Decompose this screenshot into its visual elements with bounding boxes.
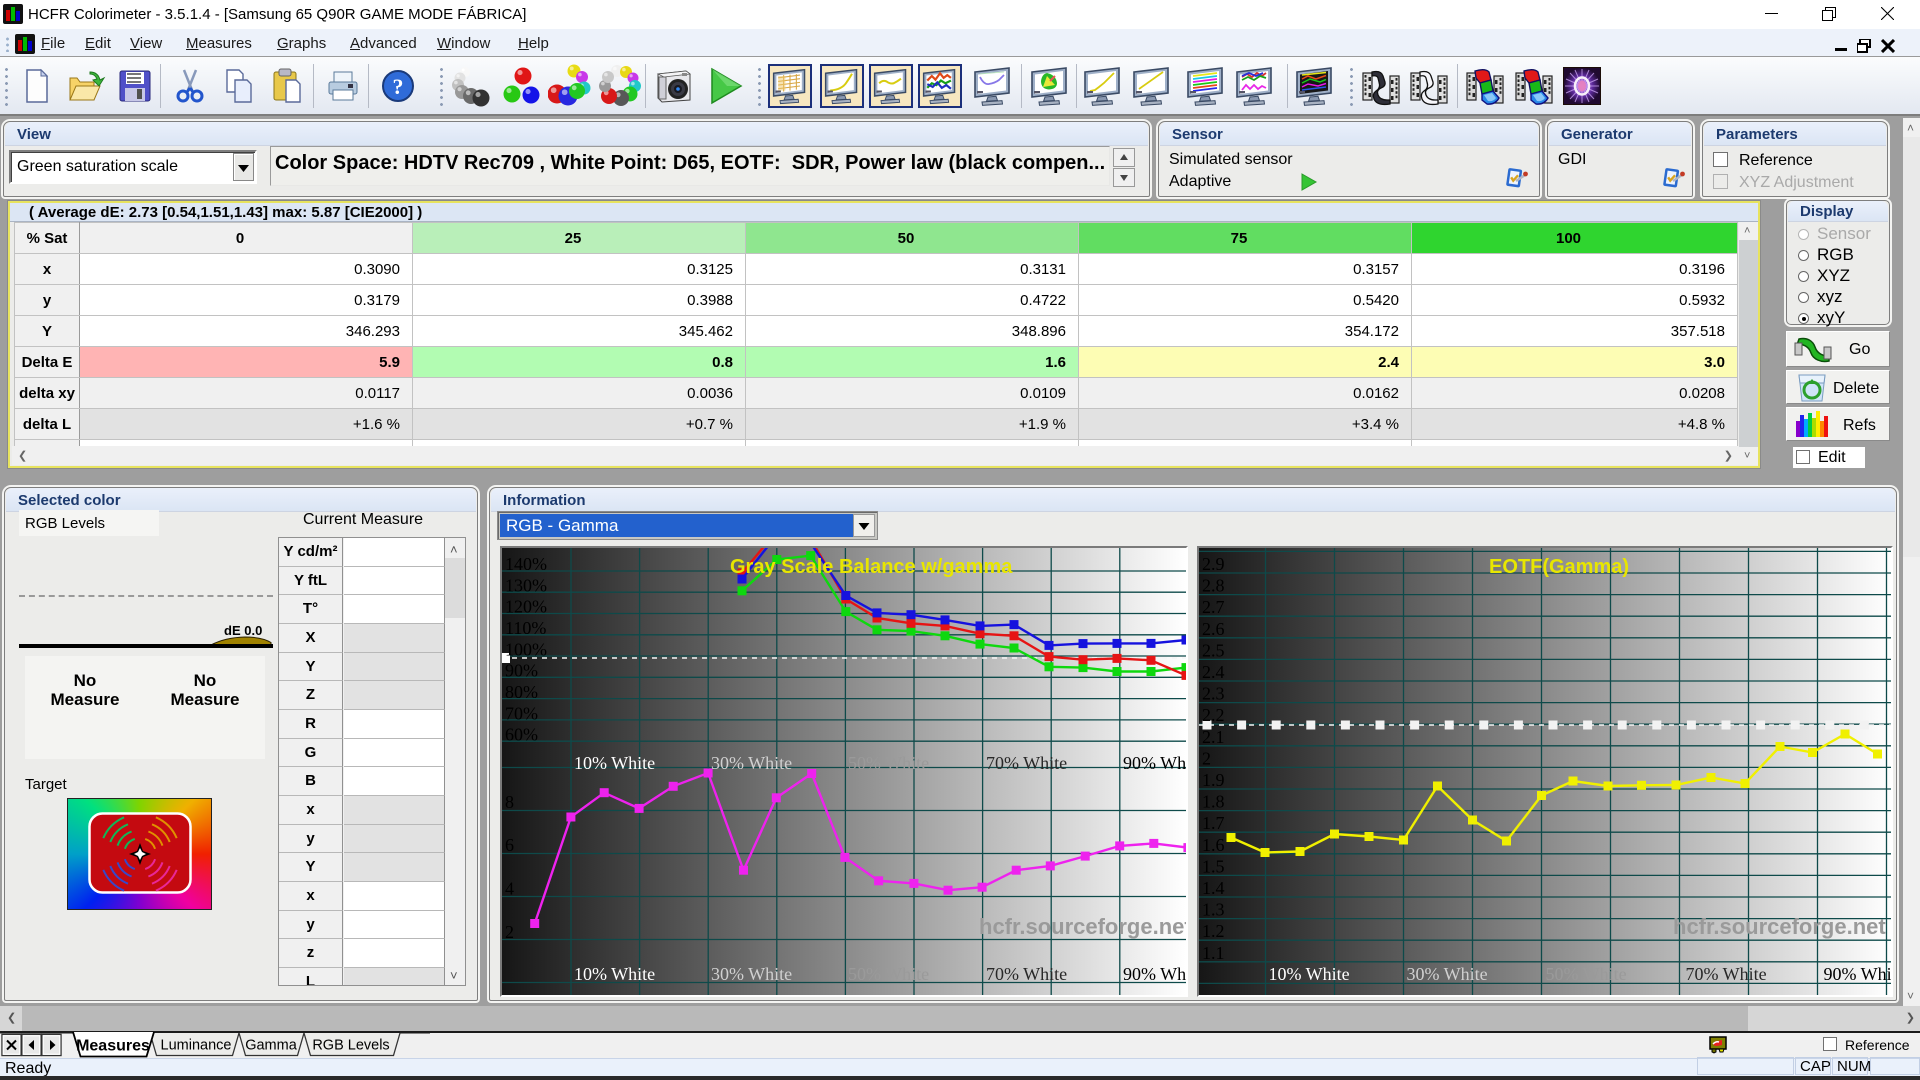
svg-text:1.9: 1.9 [1202,770,1225,790]
svg-text:100%: 100% [505,639,547,659]
svg-text:70% White: 70% White [986,753,1067,773]
svg-text:2.9: 2.9 [1202,554,1225,574]
svg-text:2.4: 2.4 [1202,662,1225,682]
svg-text:10% White: 10% White [574,964,655,984]
svg-text:90% Whi: 90% Whi [1824,964,1892,984]
svg-text:110%: 110% [505,618,546,638]
svg-text:2.1: 2.1 [1202,727,1225,747]
svg-text:60%: 60% [505,725,538,745]
svg-text:1.3: 1.3 [1202,900,1225,920]
svg-text:1.6: 1.6 [1202,835,1225,855]
svg-text:10% White: 10% White [1269,964,1350,984]
svg-text:2: 2 [505,922,514,942]
svg-text:130%: 130% [505,575,547,595]
svg-text:2.6: 2.6 [1202,619,1225,639]
svg-text:hcfr.sourceforge.net: hcfr.sourceforge.net [979,914,1186,939]
svg-text:1.7: 1.7 [1202,813,1225,833]
svg-text:70% White: 70% White [986,964,1067,984]
svg-text:8: 8 [505,792,514,812]
svg-text:2: 2 [1202,748,1211,768]
svg-text:1.4: 1.4 [1202,878,1225,898]
svg-text:hcfr.sourceforge.net: hcfr.sourceforge.net [1673,914,1886,939]
svg-text:140%: 140% [505,554,547,574]
svg-text:50% White: 50% White [848,964,929,984]
svg-text:50% White: 50% White [1546,964,1627,984]
svg-text:50% White: 50% White [848,753,929,773]
svg-text:2.5: 2.5 [1202,640,1225,660]
svg-text:90% Whi: 90% Whi [1123,753,1186,773]
svg-text:Gray Scale Balance w/gamma: Gray Scale Balance w/gamma [730,556,1013,578]
svg-text:70% White: 70% White [1686,964,1767,984]
svg-text:90% Whi: 90% Whi [1123,964,1186,984]
svg-text:EOTF(Gamma): EOTF(Gamma) [1489,556,1629,578]
svg-text:70%: 70% [505,703,538,723]
svg-text:6: 6 [505,835,514,855]
svg-text:2.8: 2.8 [1202,576,1225,596]
svg-text:Luminance: Luminance [161,1038,232,1054]
svg-text:Measures: Measures [76,1038,150,1055]
svg-text:Gamma: Gamma [245,1038,298,1054]
svg-text:80%: 80% [505,682,538,702]
svg-text:90%: 90% [505,661,538,681]
svg-text:1.1: 1.1 [1202,943,1225,963]
svg-text:1.5: 1.5 [1202,856,1225,876]
svg-text:30% White: 30% White [711,964,792,984]
svg-text:RGB Levels: RGB Levels [312,1038,389,1054]
svg-text:4: 4 [505,879,514,899]
svg-text:10% White: 10% White [574,753,655,773]
svg-text:30% White: 30% White [711,753,792,773]
svg-text:2.3: 2.3 [1202,684,1225,704]
svg-text:30% White: 30% White [1407,964,1488,984]
svg-text:2.7: 2.7 [1202,597,1225,617]
svg-text:120%: 120% [505,597,547,617]
svg-text:2.2: 2.2 [1202,705,1225,725]
svg-text:?: ? [393,74,404,99]
svg-text:1.2: 1.2 [1202,921,1225,941]
svg-text:1.8: 1.8 [1202,792,1225,812]
